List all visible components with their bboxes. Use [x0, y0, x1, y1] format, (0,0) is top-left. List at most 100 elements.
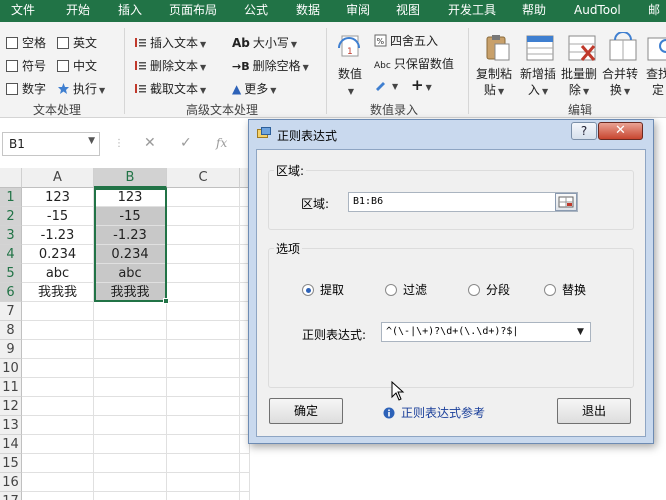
cell-b[interactable]: 我我我: [94, 283, 167, 302]
cell-b[interactable]: [94, 359, 167, 378]
cell-c[interactable]: [167, 378, 240, 397]
tab-data[interactable]: 数据: [296, 0, 320, 22]
tab-file[interactable]: 文件: [11, 0, 35, 22]
tab-page-layout[interactable]: 页面布局: [169, 0, 217, 22]
cell-c[interactable]: [167, 473, 240, 492]
chevron-down-icon[interactable]: ▼: [577, 327, 584, 337]
cell-a[interactable]: [22, 492, 94, 500]
chinese-checkbox[interactable]: 中文: [57, 57, 97, 74]
cell-c[interactable]: [167, 435, 240, 454]
cell-d[interactable]: [240, 454, 250, 473]
cell-b[interactable]: [94, 492, 167, 500]
radio-segment[interactable]: 分段: [468, 281, 510, 298]
space-checkbox[interactable]: 空格: [6, 34, 46, 51]
name-box[interactable]: B1 ▼: [2, 132, 100, 156]
cell-a[interactable]: [22, 340, 94, 359]
confirm-button[interactable]: 确定: [269, 398, 343, 424]
row-header[interactable]: 17: [0, 492, 22, 500]
cell-b[interactable]: [94, 473, 167, 492]
column-header-b[interactable]: B: [94, 168, 167, 188]
row-header[interactable]: 12: [0, 397, 22, 416]
cell-d[interactable]: [240, 492, 250, 500]
delete-text-button[interactable]: 删除文本 ▼: [134, 57, 206, 74]
cell-b[interactable]: 123: [94, 188, 167, 207]
close-button[interactable]: ✕: [598, 122, 643, 140]
cell-c[interactable]: [167, 264, 240, 283]
cell-c[interactable]: [167, 245, 240, 264]
cell-a[interactable]: [22, 302, 94, 321]
case-button[interactable]: Ab 大小写 ▼: [232, 34, 297, 51]
row-header[interactable]: 7: [0, 302, 22, 321]
cancel-icon[interactable]: ✕: [144, 135, 156, 151]
cell-b[interactable]: [94, 454, 167, 473]
cell-b[interactable]: [94, 321, 167, 340]
row-header[interactable]: 11: [0, 378, 22, 397]
select-all-corner[interactable]: [0, 168, 22, 188]
cell-a[interactable]: [22, 321, 94, 340]
cell-a[interactable]: 我我我: [22, 283, 94, 302]
row-header[interactable]: 5: [0, 264, 22, 283]
column-header-c[interactable]: C: [167, 168, 240, 188]
insert-button[interactable]: 新增插入 ▼: [520, 66, 556, 100]
cell-a[interactable]: abc: [22, 264, 94, 283]
regex-reference-link[interactable]: 正则表达式参考: [383, 404, 485, 421]
cell-c[interactable]: [167, 302, 240, 321]
cell-c[interactable]: [167, 397, 240, 416]
row-header[interactable]: 8: [0, 321, 22, 340]
tab-formulas[interactable]: 公式: [244, 0, 268, 22]
cell-a[interactable]: 0.234: [22, 245, 94, 264]
cell-a[interactable]: -1.23: [22, 226, 94, 245]
regex-input[interactable]: ^(\-|\+)?\d+(\.\d+)?$|: [381, 322, 591, 342]
row-header[interactable]: 13: [0, 416, 22, 435]
cell-c[interactable]: [167, 416, 240, 435]
insert-text-button[interactable]: 插入文本 ▼: [134, 34, 206, 51]
keep-values-button[interactable]: Abc 只保留数值: [374, 55, 454, 72]
cell-c[interactable]: [167, 226, 240, 245]
english-checkbox[interactable]: 英文: [57, 34, 97, 51]
cell-b[interactable]: [94, 435, 167, 454]
cell-c[interactable]: [167, 207, 240, 226]
cell-a[interactable]: [22, 435, 94, 454]
column-header-a[interactable]: A: [22, 168, 94, 188]
copy-paste-button[interactable]: 复制粘贴 ▼: [476, 66, 512, 100]
add-dropdown[interactable]: + ▼: [411, 76, 432, 94]
cell-b[interactable]: [94, 397, 167, 416]
row-header[interactable]: 15: [0, 454, 22, 473]
cell-a[interactable]: [22, 378, 94, 397]
cell-b[interactable]: [94, 416, 167, 435]
cell-c[interactable]: [167, 340, 240, 359]
round-button[interactable]: % 四舍五入: [374, 32, 438, 49]
tab-insert[interactable]: 插入: [118, 0, 142, 22]
help-button[interactable]: ?: [571, 122, 597, 140]
cell-c[interactable]: [167, 454, 240, 473]
cell-b[interactable]: [94, 302, 167, 321]
exit-button[interactable]: 退出: [557, 398, 631, 424]
range-picker-button[interactable]: [555, 193, 577, 211]
radio-filter[interactable]: 过滤: [385, 281, 427, 298]
edit-dropdown[interactable]: ▼: [374, 78, 398, 92]
row-header[interactable]: 16: [0, 473, 22, 492]
tab-view[interactable]: 视图: [396, 0, 420, 22]
cell-b[interactable]: [94, 340, 167, 359]
cell-b[interactable]: -1.23: [94, 226, 167, 245]
tab-help[interactable]: 帮助: [522, 0, 546, 22]
cell-b[interactable]: abc: [94, 264, 167, 283]
execute-button[interactable]: 执行 ▼: [57, 80, 105, 97]
cell-b[interactable]: [94, 378, 167, 397]
cell-a[interactable]: [22, 397, 94, 416]
row-header[interactable]: 3: [0, 226, 22, 245]
extract-text-button[interactable]: 截取文本 ▼: [134, 80, 206, 97]
cell-c[interactable]: [167, 321, 240, 340]
cell-a[interactable]: 123: [22, 188, 94, 207]
tab-review[interactable]: 审阅: [346, 0, 370, 22]
row-header[interactable]: 10: [0, 359, 22, 378]
row-header[interactable]: 2: [0, 207, 22, 226]
cell-a[interactable]: -15: [22, 207, 94, 226]
more-button[interactable]: ▲ 更多 ▼: [232, 80, 276, 97]
row-header[interactable]: 1: [0, 188, 22, 207]
number-checkbox[interactable]: 数字: [6, 80, 46, 97]
cell-a[interactable]: [22, 473, 94, 492]
tab-home[interactable]: 开始: [66, 0, 90, 22]
radio-replace[interactable]: 替换: [544, 281, 586, 298]
region-input[interactable]: B1:B6: [348, 192, 578, 212]
